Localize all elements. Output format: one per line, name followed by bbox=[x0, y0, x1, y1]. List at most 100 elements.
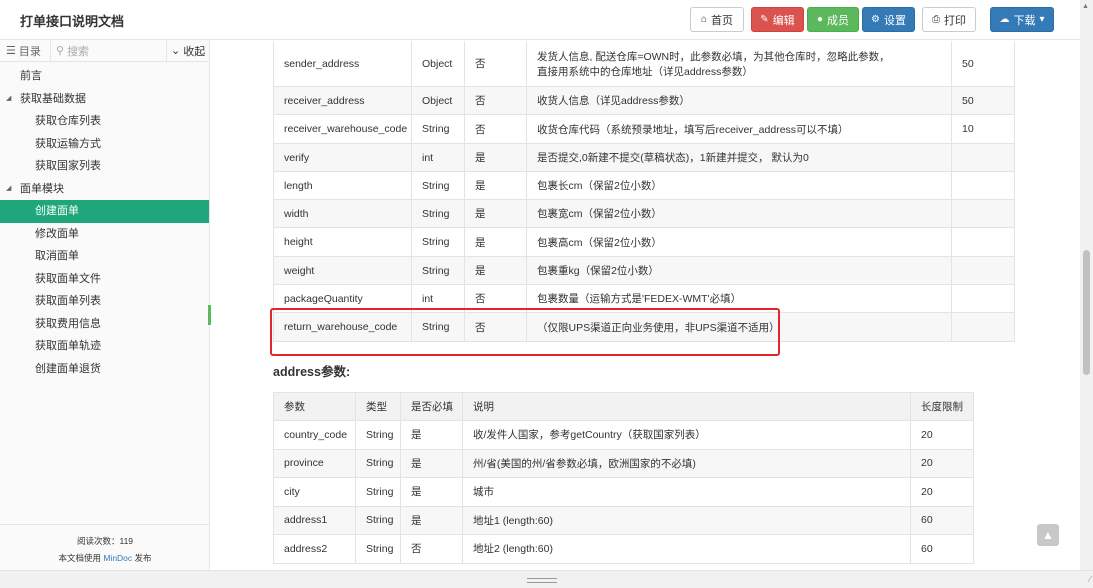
sidebar-item-preface[interactable]: 前言 bbox=[0, 65, 209, 88]
sidebar-item-cancel-label[interactable]: 取消面单 bbox=[0, 245, 209, 268]
required-cell: 是 bbox=[400, 505, 463, 535]
table-row: city String 是城市 20 bbox=[273, 477, 974, 507]
read-count: 阅读次数：119 bbox=[76, 536, 134, 546]
type-cell: String bbox=[355, 534, 401, 564]
param-cell: address2 bbox=[273, 534, 356, 564]
sidebar-item-basic-data[interactable]: ◢ 获取基础数据 bbox=[0, 88, 209, 111]
column-header: 类型 bbox=[355, 392, 401, 421]
home-icon: ⌂ bbox=[700, 14, 708, 25]
gear-icon: ⚙ bbox=[871, 14, 880, 25]
length-cell: 50 bbox=[951, 41, 1015, 87]
column-header: 参数 bbox=[273, 392, 356, 421]
back-to-top-button[interactable]: ▲ bbox=[1037, 524, 1059, 546]
description-cell: 地址1 (length:60) bbox=[462, 505, 911, 535]
sidebar-item-create-label[interactable]: 创建面单 bbox=[0, 200, 209, 223]
toc-tree: 前言 ◢ 获取基础数据 获取仓库列表 获取运输方式 获取国家列表 ◢ 面单模块 创建… bbox=[0, 62, 209, 380]
cloud-download-icon: ☁ bbox=[999, 14, 1010, 25]
required-cell: 是 bbox=[464, 227, 527, 257]
mindoc-link[interactable]: MinDoc bbox=[103, 553, 132, 563]
required-cell: 否 bbox=[400, 534, 463, 564]
description-cell: 包裹长cm（保留2位小数） bbox=[526, 171, 952, 200]
param-cell: length bbox=[273, 171, 412, 200]
sidebar-footer: 阅读次数：119 本文档使用 MinDoc 发布 bbox=[0, 524, 210, 570]
length-cell bbox=[951, 312, 1015, 342]
required-cell: 是 bbox=[400, 420, 463, 450]
bottom-resize-bar[interactable]: ∕ bbox=[0, 570, 1093, 588]
description-line: 包裹长cm（保留2位小数） bbox=[537, 180, 662, 192]
resize-grip-icon[interactable] bbox=[527, 578, 557, 583]
search-input[interactable]: ⚲ 搜索 bbox=[50, 40, 167, 61]
type-cell: String bbox=[411, 199, 465, 228]
description-line: 是否提交,0新建不提交(草稿状态)，1新建并提交， 默认为0 bbox=[537, 152, 809, 164]
length-cell: 50 bbox=[951, 86, 1015, 115]
sidebar-item-label-tracking[interactable]: 获取面单轨迹 bbox=[0, 335, 209, 358]
type-cell: int bbox=[411, 143, 465, 172]
caret-down-icon: ▾ bbox=[1039, 14, 1045, 25]
vertical-scrollbar[interactable]: ▲ bbox=[1080, 0, 1093, 570]
expand-arrow-icon[interactable]: ◢ bbox=[6, 178, 11, 201]
table-row: verify int 是是否提交,0新建不提交(草稿状态)，1新建并提交， 默认为0 bbox=[273, 143, 1015, 172]
length-cell bbox=[951, 199, 1015, 228]
length-cell bbox=[951, 171, 1015, 200]
description-cell: 包裹宽cm（保留2位小数） bbox=[526, 199, 952, 228]
scroll-up-icon[interactable]: ▲ bbox=[1082, 3, 1089, 10]
table-row: province String 是州/省(美国的州/省参数必填，欧洲国家的不必填) 2… bbox=[273, 448, 974, 478]
type-cell: Object bbox=[411, 86, 465, 115]
table-row: address1 String 是地址1 (length:60) 60 bbox=[273, 505, 974, 535]
table-header-row: 参数 类型 是否必填 说明 长度限制 bbox=[273, 392, 974, 421]
description-line: 收货人信息（详见address参数） bbox=[537, 95, 690, 107]
page-title: 打单接口说明文档 bbox=[20, 14, 125, 29]
scrollbar-thumb[interactable] bbox=[1083, 250, 1090, 375]
required-cell: 是 bbox=[464, 171, 527, 200]
sidebar-item-country-list[interactable]: 获取国家列表 bbox=[0, 155, 209, 178]
description-cell: 发货人信息, 配送仓库=OWN时，此参数必填，为其他仓库时，忽略此参数， 直接用系… bbox=[526, 41, 952, 87]
param-cell: height bbox=[273, 227, 412, 257]
sidebar-item-fee-info[interactable]: 获取费用信息 bbox=[0, 313, 209, 336]
sidebar-item-warehouse-list[interactable]: 获取仓库列表 bbox=[0, 110, 209, 133]
collapse-button[interactable]: ⌄ 收起 bbox=[167, 43, 209, 59]
length-cell bbox=[951, 227, 1015, 257]
required-cell: 是 bbox=[400, 448, 463, 478]
sidebar-item-label-return[interactable]: 创建面单退货 bbox=[0, 358, 209, 381]
header: 打单接口说明文档 ⌂ 首页 ✎ 编辑 ● 成员 ⚙ 设置 ⎙ 打印 ☁ 下载 ▾ bbox=[0, 0, 1080, 40]
length-cell bbox=[951, 143, 1015, 172]
description-line: 包裹重kg（保留2位小数） bbox=[537, 265, 659, 277]
description-cell: 是否提交,0新建不提交(草稿状态)，1新建并提交， 默认为0 bbox=[526, 143, 952, 172]
description-cell: 地址2 (length:60) bbox=[462, 534, 911, 564]
length-cell: 20 bbox=[910, 420, 974, 450]
settings-button[interactable]: ⚙ 设置 bbox=[862, 7, 915, 32]
members-button[interactable]: ● 成员 bbox=[807, 7, 859, 32]
type-cell: String bbox=[411, 114, 465, 144]
resize-corner-icon[interactable]: ∕ bbox=[1089, 574, 1091, 584]
sidebar-item-shipping-methods[interactable]: 获取运输方式 bbox=[0, 133, 209, 156]
toc-tab[interactable]: ☰ 目录 bbox=[0, 43, 50, 59]
table-row: weight String 是包裹重kg（保留2位小数） bbox=[273, 256, 1015, 285]
edit-icon: ✎ bbox=[760, 14, 769, 25]
sidebar-item-label-file[interactable]: 获取面单文件 bbox=[0, 268, 209, 291]
param-cell: receiver_address bbox=[273, 86, 412, 115]
table-row: length String 是包裹长cm（保留2位小数） bbox=[273, 171, 1015, 200]
params-table: sender_address Object 否发货人信息, 配送仓库=OWN时，此参… bbox=[273, 41, 1015, 342]
param-cell: weight bbox=[273, 256, 412, 285]
description-line: 发货人信息, 配送仓库=OWN时，此参数必填，为其他仓库时，忽略此参数， bbox=[537, 50, 890, 63]
edit-button[interactable]: ✎ 编辑 bbox=[751, 7, 804, 32]
param-cell: city bbox=[273, 477, 356, 507]
expand-arrow-icon[interactable]: ◢ bbox=[6, 88, 11, 111]
home-button[interactable]: ⌂ 首页 bbox=[690, 7, 744, 32]
sidebar-item-label-list[interactable]: 获取面单列表 bbox=[0, 290, 209, 313]
print-button[interactable]: ⎙ 打印 bbox=[922, 7, 976, 32]
param-cell: verify bbox=[273, 143, 412, 172]
description-line: 包裹数量（运输方式是'FEDEX-WMT'必填） bbox=[537, 293, 742, 305]
description-line: 直接用系统中的仓库地址（详见address参数） bbox=[537, 65, 753, 78]
required-cell: 是 bbox=[464, 256, 527, 285]
download-button[interactable]: ☁ 下载 ▾ bbox=[990, 7, 1054, 32]
type-cell: String bbox=[411, 227, 465, 257]
sidebar-item-label-module[interactable]: ◢ 面单模块 bbox=[0, 178, 209, 201]
type-cell: Object bbox=[411, 41, 465, 87]
sidebar-item-modify-label[interactable]: 修改面单 bbox=[0, 223, 209, 246]
description-cell: 收货仓库代码（系统预录地址，填写后receiver_address可以不填） bbox=[526, 114, 952, 144]
table-row: country_code String 是收/发件人国家，参考getCountry（… bbox=[273, 420, 974, 450]
type-cell: String bbox=[355, 448, 401, 478]
length-cell bbox=[951, 284, 1015, 313]
required-cell: 是 bbox=[464, 143, 527, 172]
